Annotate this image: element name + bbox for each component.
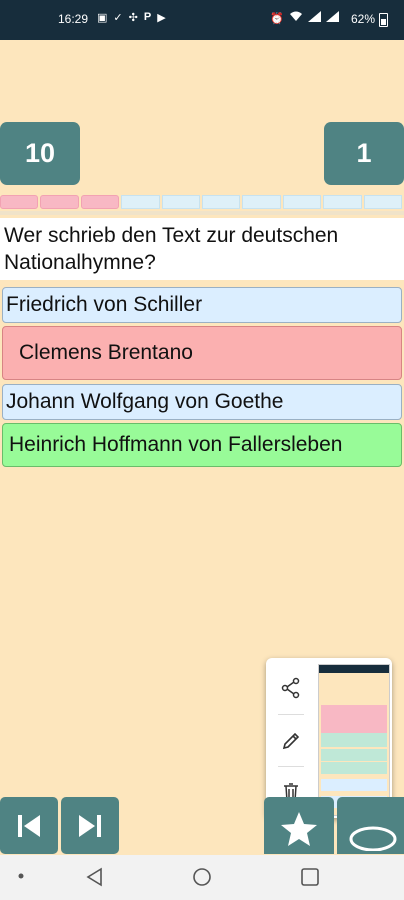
progress-segment-pending <box>242 195 281 209</box>
progress-segment-pending <box>323 195 362 209</box>
parking-icon: P <box>143 11 152 23</box>
answer-label: Heinrich Hoffmann von Fallersleben <box>9 433 343 456</box>
skip-previous-icon <box>18 814 40 837</box>
signal-icon <box>325 11 339 25</box>
overview-icon[interactable] <box>300 867 320 887</box>
progress-segment-pending <box>363 195 403 209</box>
check-icon: ✓ <box>113 12 123 24</box>
wifi-icon <box>289 11 303 25</box>
question-text: Wer schrieb den Text zur deutschen Natio… <box>0 218 404 280</box>
previous-button[interactable] <box>0 797 58 854</box>
home-icon[interactable] <box>192 867 212 887</box>
screenshot-preview-panel <box>266 658 392 818</box>
oval-icon <box>349 826 396 851</box>
progress-segment-pending <box>282 195 322 209</box>
share-icon[interactable] <box>266 668 316 708</box>
answer-label: Clemens Brentano <box>19 341 193 364</box>
edit-icon[interactable] <box>266 721 316 761</box>
answer-label: Johann Wolfgang von Goethe <box>6 390 284 413</box>
answer-option-4[interactable]: Heinrich Hoffmann von Fallersleben <box>2 423 402 467</box>
recents-dot-icon[interactable] <box>18 873 24 879</box>
screenshot-actions <box>266 658 316 818</box>
progress-divider <box>0 211 404 215</box>
progress-segment-complete <box>80 195 120 209</box>
play-store-icon: ▶ <box>157 12 166 24</box>
status-bar: 16:29 ▣ ✓ ✣ P ▶ ⏰ 62% <box>0 0 404 40</box>
score-left: 10 <box>0 122 80 185</box>
answer-option-1[interactable]: Friedrich von Schiller <box>2 287 402 323</box>
signal-icon <box>307 11 321 25</box>
next-button[interactable] <box>61 797 119 854</box>
answer-option-3[interactable]: Johann Wolfgang von Goethe <box>2 384 402 420</box>
progress-segment-complete <box>0 195 39 209</box>
progress-segment-pending <box>161 195 201 209</box>
score-right: 1 <box>324 122 404 185</box>
battery-percent: 62% <box>351 12 376 26</box>
alarm-icon: ⏰ <box>270 12 284 25</box>
star-icon <box>281 811 317 846</box>
question-progress-bar <box>0 195 404 211</box>
screenshot-thumbnail[interactable] <box>318 664 390 816</box>
gallery-icon: ▣ <box>97 12 108 24</box>
notification-icons: ▣ ✓ ✣ P ▶ <box>97 11 166 24</box>
oval-button[interactable] <box>337 797 404 854</box>
answer-label: Friedrich von Schiller <box>6 293 203 316</box>
settings-icon: ✣ <box>128 12 138 24</box>
progress-segment-pending <box>202 195 241 209</box>
system-navigation-bar <box>0 855 404 900</box>
progress-segment-complete <box>40 195 79 209</box>
divider <box>278 714 304 715</box>
skip-next-icon <box>79 814 101 837</box>
back-icon[interactable] <box>85 867 105 887</box>
progress-segment-pending <box>121 195 160 209</box>
answer-option-2[interactable]: Clemens Brentano <box>2 326 402 380</box>
status-time: 16:29 <box>58 12 89 26</box>
battery-icon <box>379 13 388 27</box>
favorite-button[interactable] <box>264 797 334 854</box>
system-icons: ⏰ <box>270 11 339 25</box>
divider <box>278 766 304 767</box>
